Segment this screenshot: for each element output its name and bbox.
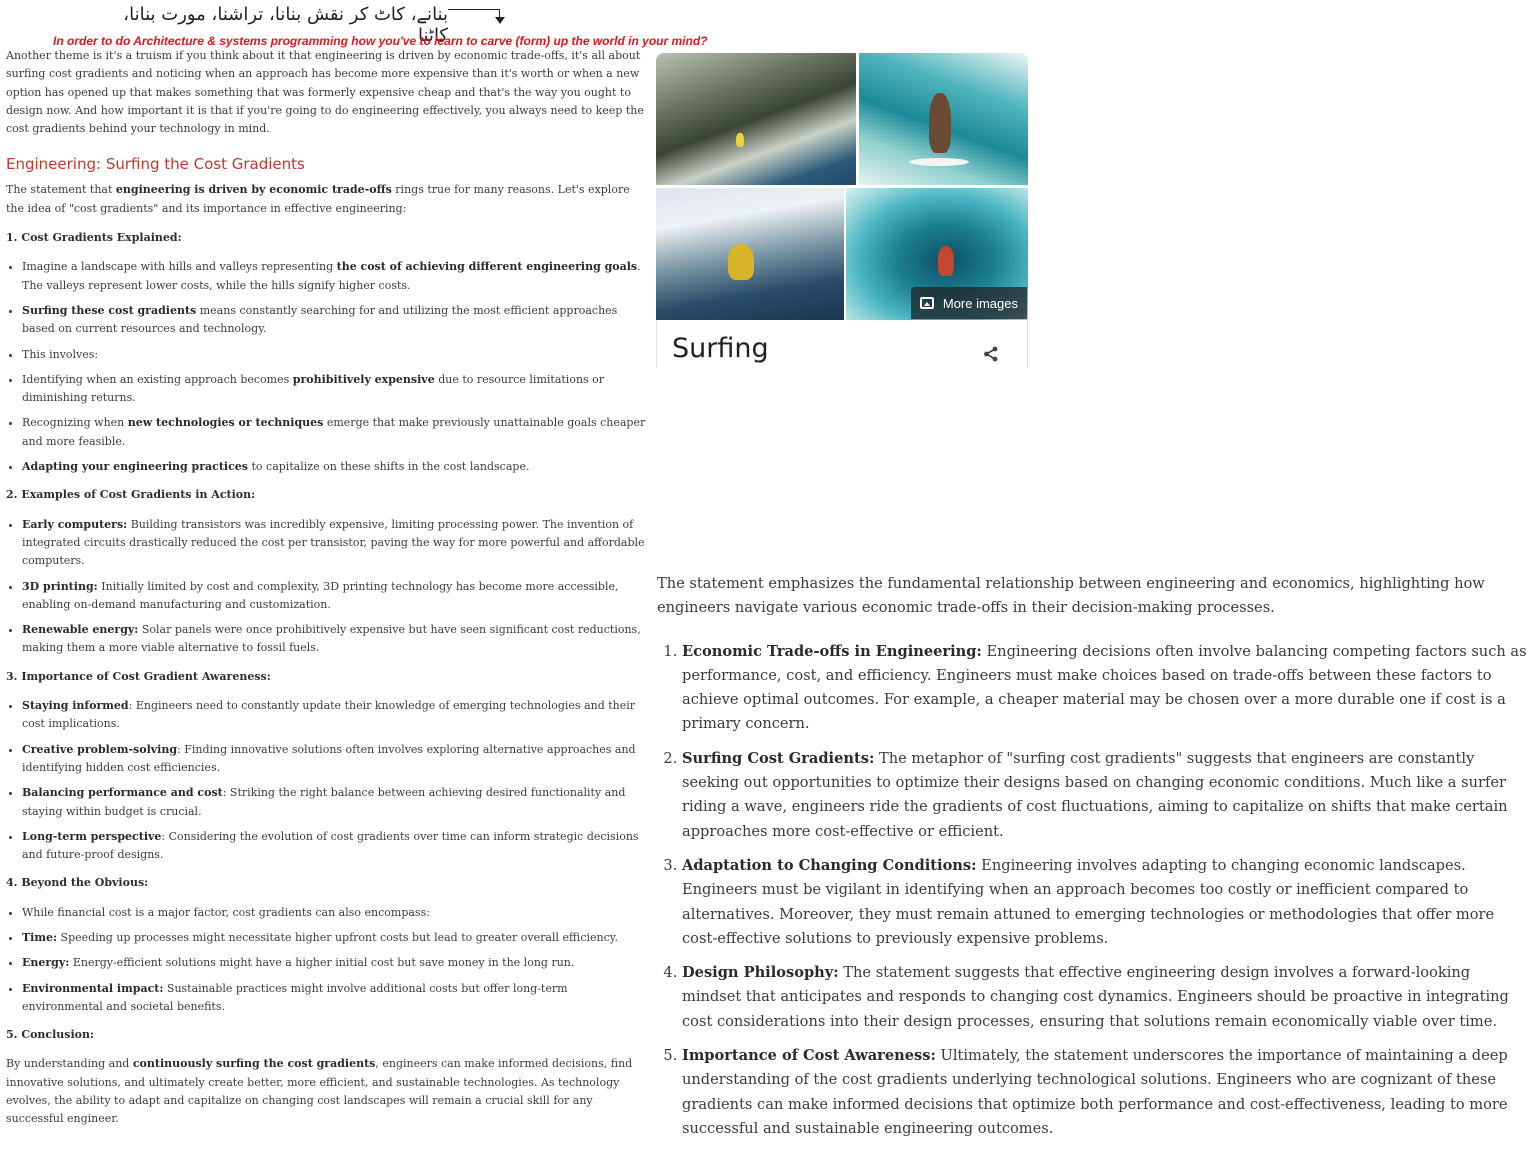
- surfing-image-3[interactable]: [656, 188, 844, 320]
- list-item: While financial cost is a major factor, …: [22, 904, 651, 922]
- list-item: Surfing these cost gradients means const…: [22, 302, 651, 339]
- knowledge-panel: More images Surfing: [656, 53, 1028, 368]
- section-list: While financial cost is a major factor, …: [6, 904, 651, 1016]
- list-item: Time: Speeding up processes might necess…: [22, 929, 651, 947]
- list-item: Early computers: Building transistors wa…: [22, 516, 651, 571]
- surfer-figure: [736, 133, 744, 147]
- surfer-figure: [929, 93, 951, 153]
- right-intro: The statement emphasizes the fundamental…: [657, 575, 1485, 617]
- arrow-down-icon: [495, 17, 505, 24]
- list-item: Staying informed: Engineers need to cons…: [22, 697, 651, 734]
- right-article: The statement emphasizes the fundamental…: [657, 572, 1529, 1151]
- list-item: Renewable energy: Solar panels were once…: [22, 621, 651, 658]
- intro-paragraph: Another theme is it's a truism if you th…: [6, 49, 644, 136]
- section-list: Staying informed: Engineers need to cons…: [6, 697, 651, 864]
- section-heading: 1. Cost Gradients Explained:: [6, 231, 182, 245]
- section-heading: 4. Beyond the Obvious:: [6, 876, 149, 890]
- list-item: This involves:: [22, 346, 651, 364]
- list-item: Importance of Cost Awareness: Ultimately…: [682, 1044, 1529, 1141]
- image-icon: [919, 297, 934, 309]
- more-images-label: More images: [942, 295, 1018, 311]
- surfer-figure: [938, 246, 954, 276]
- list-item: Adapting your engineering practices to c…: [22, 458, 651, 476]
- section-heading: 3. Importance of Cost Gradient Awareness…: [6, 669, 271, 683]
- section-list: Imagine a landscape with hills and valle…: [6, 258, 651, 476]
- lead-paragraph: The statement that engineering is driven…: [6, 183, 630, 215]
- list-item: Surfing Cost Gradients: The metaphor of …: [682, 747, 1529, 844]
- list-item: Design Philosophy: The statement suggest…: [682, 961, 1529, 1034]
- surfboard: [909, 158, 969, 166]
- panel-title: Surfing: [672, 333, 769, 364]
- section-list: Early computers: Building transistors wa…: [6, 516, 651, 658]
- list-item: Environmental impact: Sustainable practi…: [22, 980, 651, 1017]
- share-icon[interactable]: [982, 345, 1000, 363]
- list-item: Creative problem-solving: Finding innova…: [22, 741, 651, 778]
- left-article: Another theme is it's a truism if you th…: [6, 47, 651, 1140]
- tagline: In order to do Architecture & systems pr…: [53, 34, 708, 48]
- list-item: Energy: Energy-efficient solutions might…: [22, 954, 651, 972]
- list-item: Imagine a landscape with hills and valle…: [22, 258, 651, 295]
- list-item: Balancing performance and cost: Striking…: [22, 784, 651, 821]
- article-heading: Engineering: Surfing the Cost Gradients: [6, 155, 305, 174]
- surfing-image-2[interactable]: [859, 53, 1028, 185]
- list-item: 3D printing: Initially limited by cost a…: [22, 578, 651, 615]
- more-images-button[interactable]: More images: [910, 287, 1027, 319]
- list-item: Adaptation to Changing Conditions: Engin…: [682, 854, 1529, 951]
- section-heading: 5. Conclusion:: [6, 1028, 95, 1042]
- list-item: Economic Trade-offs in Engineering: Engi…: [682, 640, 1529, 737]
- surfing-image-1[interactable]: [656, 53, 856, 185]
- section-heading: 2. Examples of Cost Gradients in Action:: [6, 488, 256, 502]
- numbered-list: Economic Trade-offs in Engineering: Engi…: [657, 640, 1529, 1142]
- conclusion-paragraph: By understanding and continuously surfin…: [6, 1057, 633, 1126]
- surfer-figure: [728, 244, 754, 280]
- list-item: Long-term perspective: Considering the e…: [22, 828, 651, 865]
- list-item: Identifying when an existing approach be…: [22, 371, 651, 408]
- list-item: Recognizing when new technologies or tec…: [22, 414, 651, 451]
- arrow-line: [448, 9, 500, 10]
